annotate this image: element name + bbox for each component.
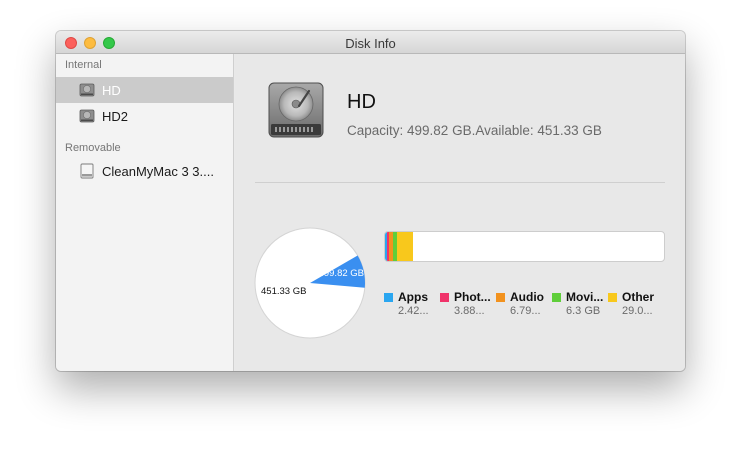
sidebar-item-label: CleanMyMac 3 3.... [102,164,214,179]
hard-drive-icon [268,82,324,138]
usage-bar-other [396,232,413,261]
disk-name: HD [347,91,376,113]
sidebar-item-hd2[interactable]: HD2 [56,103,233,129]
legend-size: 29.0... [622,305,653,317]
disk-info-window: Disk Info Internal HD HD2 Removable Clea… [56,31,685,371]
legend-name: Other [622,290,655,304]
title-bar: Disk Info [56,31,685,54]
sidebar-item-hd[interactable]: HD [56,77,233,103]
usage-bar [384,231,665,262]
capacity-text: Capacity: 499.82 GB.Available: 451.33 GB [347,123,602,138]
divider [255,182,665,183]
sidebar-item-cleanmymac[interactable]: CleanMyMac 3 3.... [56,158,233,184]
sidebar-item-label: HD [102,83,121,98]
hard-drive-icon [79,109,95,123]
pie-available-label: 451.33 GB [261,286,307,297]
legend-size: 2.42... [398,305,429,317]
legend-swatch [496,293,505,302]
sidebar-section-internal: Internal [65,59,102,71]
sidebar-item-label: HD2 [102,109,129,124]
removable-drive-icon [80,163,94,179]
legend-swatch [440,293,449,302]
legend-swatch [552,293,561,302]
usage-pie-chart [254,227,366,339]
legend-size: 3.88... [454,305,485,317]
legend-size: 6.79... [510,305,541,317]
sidebar: Internal HD HD2 Removable CleanMyMac 3 3… [56,54,234,371]
sidebar-section-removable: Removable [65,142,121,154]
legend-swatch [608,293,617,302]
legend-size: 6.3 GB [566,305,601,317]
legend-swatch [384,293,393,302]
pie-used-label: 499.82 GB [318,268,364,279]
hard-drive-icon [79,83,95,97]
window-title: Disk Info [345,36,396,51]
disk-detail-panel: HD Capacity: 499.82 GB.Available: 451.33… [235,54,685,371]
